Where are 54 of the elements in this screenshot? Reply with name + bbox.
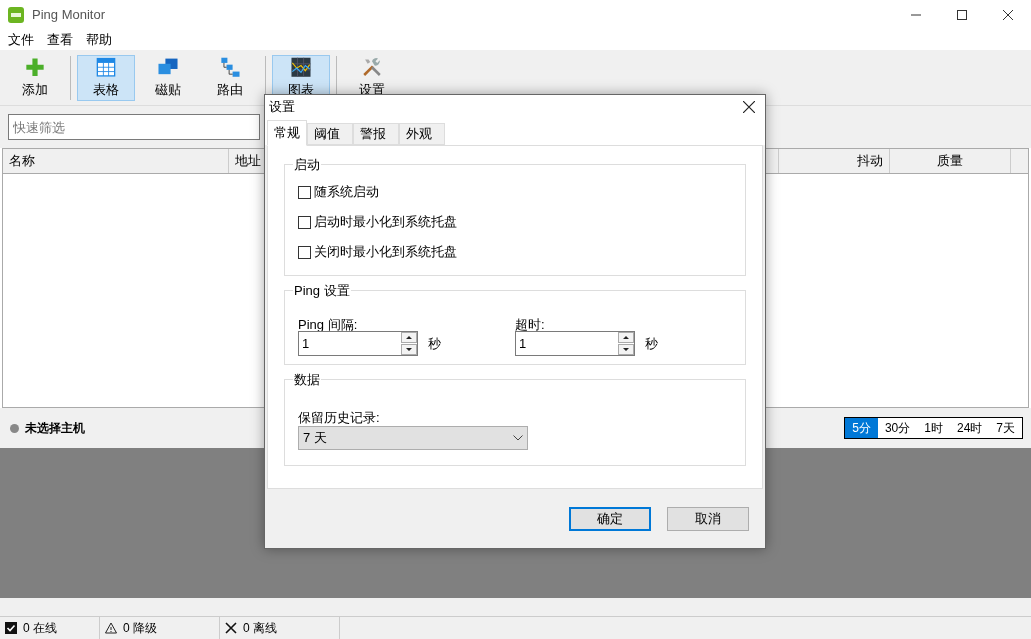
field-label: Ping 间隔: [298,316,359,331]
maximize-icon[interactable] [957,10,967,20]
field-label: 保留历史记录: [298,409,380,426]
toolbar-button[interactable]: 磁贴 [139,54,197,101]
group-title: Ping 设置 [293,281,351,301]
warning-icon [105,622,117,634]
chevron-down-icon [513,435,523,441]
check-icon [5,622,17,634]
chart-icon [289,55,313,78]
tab[interactable]: 外观 [399,123,445,145]
host-label: 未选择主机 [25,420,85,437]
tab[interactable]: 常规 [267,120,307,146]
tab[interactable]: 警报 [353,123,399,145]
spin-value: 1 [518,334,528,353]
menu-item[interactable]: 查看 [47,30,73,50]
toolbar-button[interactable]: 添加 [6,54,64,101]
app-icon [8,7,24,23]
checkbox[interactable] [298,185,311,199]
close-icon[interactable] [1003,10,1013,20]
cross-icon [225,622,237,634]
spin-value: 1 [301,334,311,353]
checkbox[interactable] [298,245,311,259]
filter-field[interactable]: 快速筛选 [8,114,260,140]
close-icon[interactable] [743,101,755,113]
table-icon [94,55,118,78]
field-label: 超时: [515,316,546,331]
menu-item[interactable]: 帮助 [86,30,112,50]
column-header[interactable]: 抖动 [779,149,890,173]
spin-box[interactable]: 1 [298,331,418,356]
spin-arrows-icon[interactable] [401,332,417,355]
status-text: 0 在线 [23,620,57,637]
menu-item[interactable]: 文件 [8,30,34,50]
toolbar-button[interactable]: 表格 [77,54,135,101]
dialog-title: 设置 [269,98,295,117]
dialog-button[interactable]: 确定 [569,506,651,531]
spin-arrows-icon[interactable] [618,332,634,355]
status-text: 0 离线 [243,620,277,637]
toolbar-button[interactable]: 路由 [201,54,259,101]
tab[interactable]: 阈值 [307,123,353,145]
column-header[interactable]: 质量 [890,149,1011,173]
range-button[interactable]: 5分 [845,418,878,438]
dialog-button[interactable]: 取消 [667,506,749,531]
checkbox[interactable] [298,215,311,229]
checkbox-label: 启动时最小化到系统托盘 [314,213,457,232]
unit-label: 秒 [428,334,441,353]
column-header[interactable]: 名称 [3,149,229,173]
window-title: Ping Monitor [32,6,105,25]
unit-label: 秒 [645,334,658,353]
status-text: 0 降级 [123,620,157,637]
checkbox-label: 关闭时最小化到系统托盘 [314,243,457,262]
checkbox-label: 随系统启动 [314,183,379,202]
spin-box[interactable]: 1 [515,331,635,356]
dropdown[interactable]: 7 天 [298,426,528,450]
route-icon [218,55,242,78]
